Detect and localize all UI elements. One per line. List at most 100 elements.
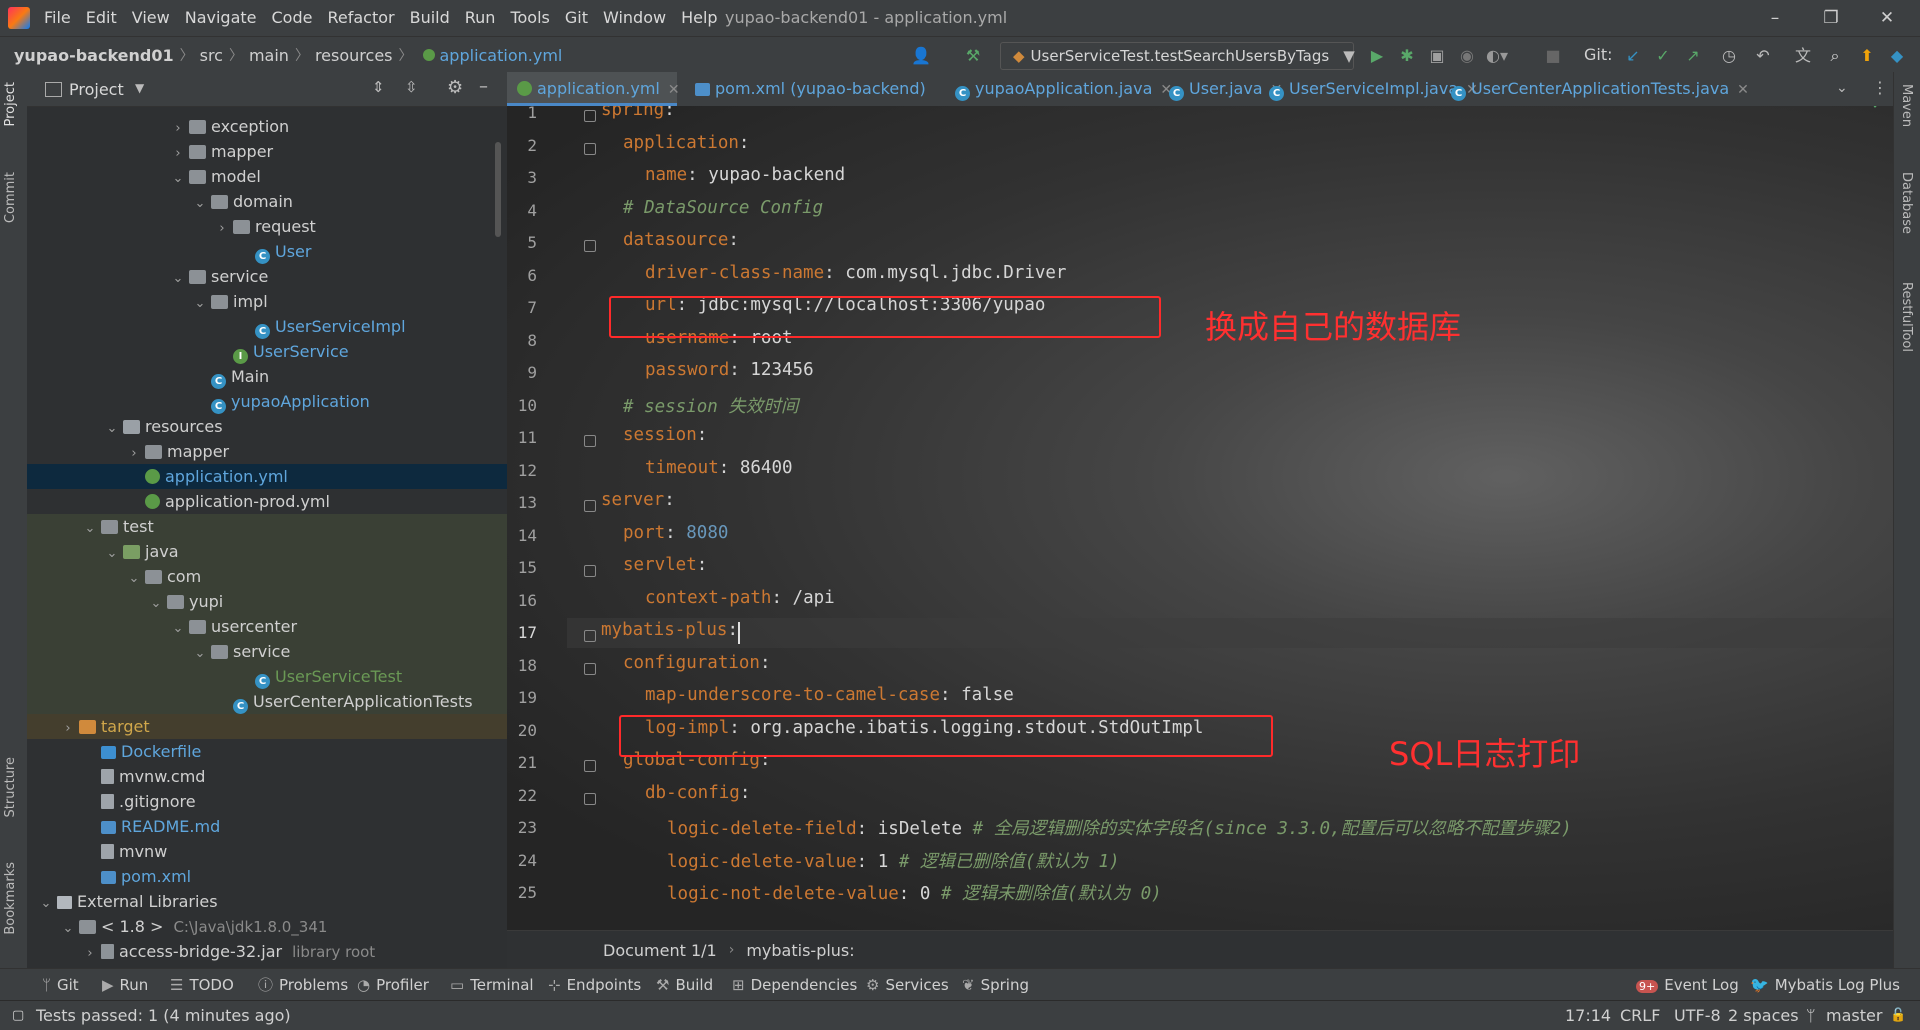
code-line[interactable]: # DataSource Config: [623, 198, 823, 218]
file-encoding[interactable]: UTF-8: [1674, 1001, 1721, 1030]
toolwindow-profiler[interactable]: ◔ Profiler: [357, 969, 429, 1001]
tree-scrollbar[interactable]: [495, 142, 501, 237]
code-line[interactable]: timeout: 86400: [645, 458, 793, 478]
event-log-button[interactable]: 9+ Event Log: [1636, 969, 1739, 1001]
menu-run[interactable]: Run: [465, 8, 496, 27]
menu-code[interactable]: Code: [272, 8, 313, 27]
tree-item[interactable]: ⌄ yupi: [27, 589, 507, 614]
code-line[interactable]: spring:: [601, 106, 675, 120]
menu-file[interactable]: File: [44, 8, 71, 27]
toolbox-icon[interactable]: ◆: [1886, 45, 1908, 67]
tree-item[interactable]: application-prod.yml: [27, 489, 507, 514]
fold-toggle-icon[interactable]: [584, 142, 596, 155]
tree-item[interactable]: mvnw: [27, 839, 507, 864]
fold-toggle-icon[interactable]: [584, 110, 596, 122]
tree-item[interactable]: ⌄ test: [27, 514, 507, 539]
tabs-dropdown-icon[interactable]: ⌄: [1836, 80, 1848, 96]
code-line[interactable]: configuration:: [623, 653, 771, 673]
menu-help[interactable]: Help: [681, 8, 717, 27]
chevron-down-icon[interactable]: ⌄: [171, 616, 185, 641]
fold-toggle-icon[interactable]: [584, 662, 596, 675]
tree-item[interactable]: ⌄ External Libraries: [27, 889, 507, 914]
chevron-down-icon[interactable]: ⌄: [61, 916, 75, 941]
git-push-icon[interactable]: ↗: [1682, 45, 1704, 67]
code-line[interactable]: # session 失效时间: [623, 393, 798, 418]
chevron-right-icon[interactable]: ›: [215, 216, 229, 241]
tree-item[interactable]: C Main: [27, 364, 507, 389]
toolwindow-endpoints[interactable]: ⊹ Endpoints: [548, 969, 641, 1001]
tree-item[interactable]: ⌄ domain: [27, 189, 507, 214]
editor-tab[interactable]: C UserCenterApplicationTests.java ✕: [1441, 72, 1857, 106]
status-panel-icon[interactable]: ▢: [12, 1001, 24, 1030]
breadcrumb-item[interactable]: src: [200, 46, 223, 65]
fold-toggle-icon[interactable]: [584, 792, 596, 805]
stop-icon[interactable]: ■: [1542, 45, 1564, 67]
menu-build[interactable]: Build: [410, 8, 450, 27]
tree-item[interactable]: C User: [27, 239, 507, 264]
tree-item[interactable]: › mapper: [27, 139, 507, 164]
code-editor[interactable]: 1 2 3 4 5 6 7 8 9 10 11 12 13 14 15 16 17 18 19 20 21 22 23 24 2…: [507, 106, 1893, 930]
toolwindow-terminal[interactable]: ▭ Terminal: [450, 969, 534, 1001]
stripe-tab-structure[interactable]: Structure: [3, 757, 18, 817]
tree-item[interactable]: ⌄ service: [27, 639, 507, 664]
menu-window[interactable]: Window: [603, 8, 666, 27]
code-line[interactable]: logic-not-delete-value: 0 # 逻辑未删除值(默认为 0…: [667, 880, 1162, 905]
tree-item[interactable]: ⌄ impl: [27, 289, 507, 314]
fold-toggle-icon[interactable]: [584, 565, 596, 577]
tree-item[interactable]: CyupaoApplication: [27, 389, 507, 414]
tree-item[interactable]: ⌄ service: [27, 264, 507, 289]
code-line[interactable]: context-path: /api: [645, 588, 835, 608]
tree-item[interactable]: C UserServiceImpl: [27, 314, 507, 339]
minimize-icon[interactable]: –: [1752, 4, 1798, 32]
stripe-tab-database[interactable]: Database: [1899, 172, 1914, 234]
tree-item[interactable]: pom.xml: [27, 864, 507, 889]
breadcrumb-item[interactable]: resources: [315, 46, 393, 65]
menu-git[interactable]: Git: [565, 8, 588, 27]
breadcrumb-key[interactable]: mybatis-plus:: [746, 941, 854, 960]
gear-icon[interactable]: ⚙: [447, 77, 463, 98]
tree-item[interactable]: ⌄ java: [27, 539, 507, 564]
collapse-all-icon[interactable]: ⇳: [405, 78, 418, 96]
debug-icon[interactable]: ✱: [1396, 45, 1418, 67]
close-tab-icon[interactable]: ✕: [1737, 82, 1749, 98]
editor-tab[interactable]: application.yml ✕: [507, 72, 680, 106]
more-tabs-icon[interactable]: ⋮: [1872, 78, 1888, 97]
chevron-down-icon[interactable]: ▼: [135, 81, 144, 95]
code-line[interactable]: application:: [623, 133, 749, 153]
toolwindow-problems[interactable]: ⓘ Problems: [258, 969, 348, 1001]
restore-icon[interactable]: ❐: [1808, 4, 1854, 32]
menu-view[interactable]: View: [132, 8, 170, 27]
tree-item[interactable]: ⌄ usercenter: [27, 614, 507, 639]
rollback-icon[interactable]: ↶: [1752, 45, 1774, 67]
fold-toggle-icon[interactable]: [584, 760, 596, 772]
caret-position[interactable]: 17:14: [1565, 1001, 1611, 1030]
tree-item[interactable]: C UserServiceTest: [27, 664, 507, 689]
hide-panel-icon[interactable]: –: [479, 76, 488, 97]
code-line[interactable]: server:: [601, 490, 675, 510]
fold-toggle-icon[interactable]: [584, 435, 596, 447]
chevron-down-icon[interactable]: ⌄: [105, 541, 119, 566]
code-line[interactable]: mybatis-plus:: [601, 620, 738, 640]
toolwindow-spring[interactable]: ❦ Spring: [962, 969, 1029, 1001]
git-update-icon[interactable]: ↙: [1622, 45, 1644, 67]
chevron-down-icon[interactable]: ⌄: [39, 891, 53, 916]
user-icon[interactable]: 👤: [910, 45, 932, 67]
tree-item[interactable]: application.yml: [27, 464, 507, 489]
git-branch[interactable]: master: [1826, 1001, 1882, 1030]
stripe-tab-bookmarks[interactable]: Bookmarks: [3, 862, 18, 935]
breadcrumb-document[interactable]: Document 1/1: [603, 941, 717, 960]
tree-item[interactable]: › exception: [27, 114, 507, 139]
tree-item[interactable]: C UserCenterApplicationTests: [27, 689, 507, 714]
code-line[interactable]: password: 123456: [645, 360, 814, 380]
project-panel-title[interactable]: Project: [69, 80, 124, 99]
breadcrumb-item[interactable]: yupao-backend01: [14, 46, 174, 65]
code-line[interactable]: port: 8080: [623, 523, 728, 543]
menu-navigate[interactable]: Navigate: [185, 8, 257, 27]
stripe-tab-project[interactable]: Project: [3, 82, 18, 126]
chevron-right-icon[interactable]: ›: [127, 441, 141, 466]
code-line[interactable]: db-config:: [645, 783, 750, 803]
coverage-icon[interactable]: ▣: [1426, 45, 1448, 67]
tree-item[interactable]: .gitignore: [27, 789, 507, 814]
chevron-down-icon[interactable]: ⌄: [171, 166, 185, 191]
intellij-logo[interactable]: [8, 7, 30, 29]
